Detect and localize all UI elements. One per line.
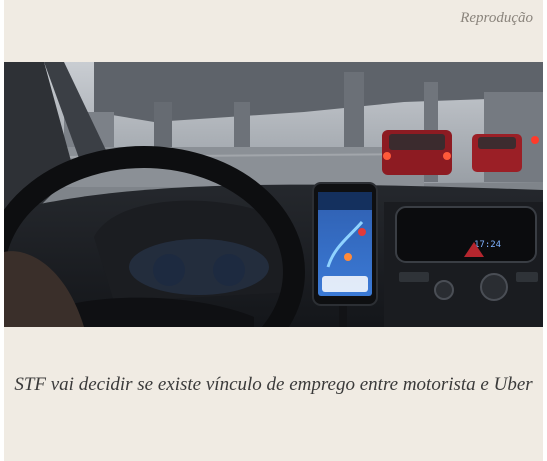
figure-card: Reprodução 17:24 STF vai decidir se exis…: [4, 0, 543, 461]
photo-caption: STF vai decidir se existe vínculo de emp…: [14, 374, 533, 395]
news-photo: 17:24: [4, 62, 543, 327]
photo-credit: Reprodução: [460, 10, 533, 26]
